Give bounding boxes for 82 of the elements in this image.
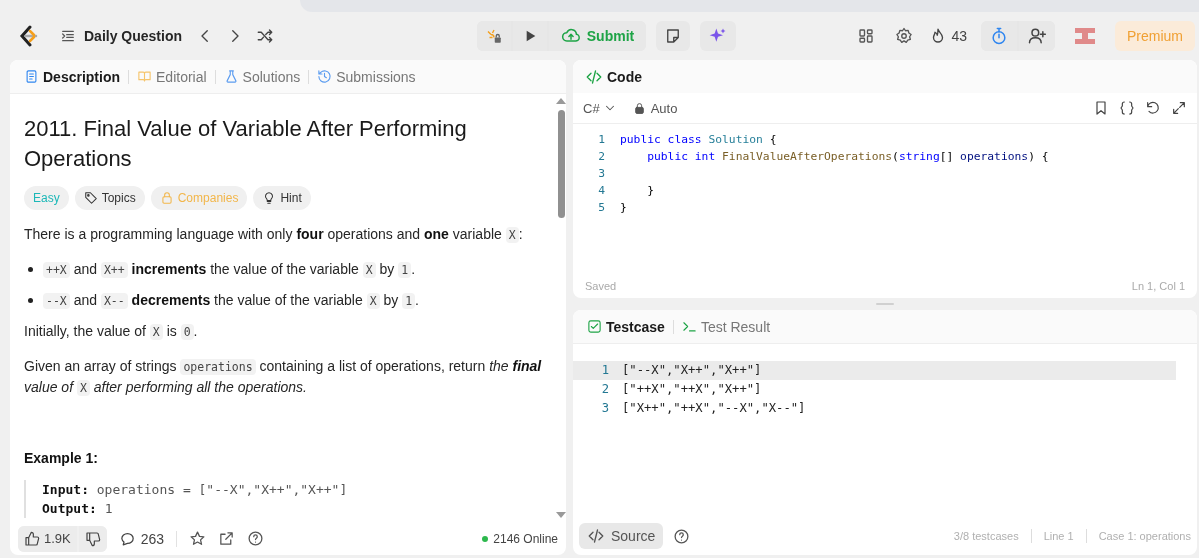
testcase-stat: Line 1	[1043, 530, 1074, 542]
example-heading: Example 1:	[24, 450, 99, 466]
settings-icon[interactable]	[895, 27, 914, 45]
line-number: 5	[597, 200, 606, 216]
checkbox-icon	[587, 319, 602, 334]
line-number: 3	[600, 400, 610, 417]
dislike-button[interactable]	[78, 525, 107, 552]
line-number: 4	[597, 183, 606, 199]
panel-tab[interactable]: Submissions	[313, 68, 420, 85]
comment-count[interactable]: 263	[140, 530, 165, 547]
testcase-stat: 3/8 testcases	[953, 530, 1019, 542]
paragraph: Initially, the value of X is 0 .	[24, 322, 199, 342]
panel-tab[interactable]: Testcase	[583, 318, 669, 335]
streak-count: 43	[951, 28, 967, 44]
help-icon[interactable]	[673, 527, 691, 545]
tag-chip[interactable]: Topics	[74, 186, 145, 210]
list-icon[interactable]	[60, 28, 76, 44]
online-count: 2146 Online	[493, 531, 558, 546]
testcase-input[interactable]: ["--X","X++","X++"]	[622, 361, 762, 380]
star-icon[interactable]	[189, 530, 207, 547]
comment-icon[interactable]	[118, 530, 136, 547]
paragraph: There is a programming language with only four operations and one variable X :	[24, 225, 524, 245]
problem-title: 2011. Final Value of Variable After Performing Operations	[24, 115, 468, 173]
note-button[interactable]	[656, 21, 691, 51]
braces-icon[interactable]	[1119, 100, 1135, 116]
tag-chip[interactable]: Hint	[253, 186, 311, 210]
bullet-text: --X and X-- decrements the value of the variable X by 1 .	[43, 290, 419, 311]
source-button[interactable]: Source	[579, 523, 664, 549]
paragraph: Given an array of strings operations containing a list of operations, return the final value of X after performing all the operations.	[24, 357, 542, 398]
bullet-icon	[28, 267, 33, 272]
share-icon[interactable]	[218, 530, 236, 547]
mode-label: Auto	[650, 100, 678, 116]
code-icon	[585, 67, 603, 86]
reset-icon[interactable]	[1145, 100, 1161, 116]
language-dropdown[interactable]: C#	[583, 100, 617, 116]
cursor-position: Ln 1, Col 1	[1131, 280, 1185, 292]
expand-icon[interactable]	[1171, 100, 1187, 116]
panel-tab[interactable]: Description	[20, 68, 124, 85]
panel-tab[interactable]: Solutions	[219, 68, 305, 85]
code-line[interactable]: }	[620, 182, 654, 199]
line-number: 3	[597, 166, 606, 182]
panel-tab[interactable]: Editorial	[133, 68, 211, 85]
layout-icon[interactable]	[857, 27, 876, 45]
tag-icon	[83, 191, 98, 205]
testcase-input[interactable]: ["X++","++X","--X","X--"]	[622, 399, 806, 418]
code-line[interactable]: public class Solution {	[620, 131, 777, 148]
line-number: 1	[597, 132, 606, 148]
example-line: Input: operations = ["--X","X++","X++"]	[42, 481, 349, 499]
document-icon	[24, 69, 39, 84]
example-line: Output: 1	[42, 500, 114, 518]
lock-icon	[632, 101, 646, 115]
bookmark-icon[interactable]	[1093, 100, 1109, 116]
line-number: 2	[600, 381, 610, 398]
book-icon	[137, 69, 152, 84]
testcase-stat: Case 1: operations	[1098, 530, 1191, 542]
ai-button[interactable]	[700, 21, 737, 51]
thumbs-down-icon	[84, 530, 101, 547]
panel-tab[interactable]: Test Result	[677, 318, 775, 335]
code-line[interactable]: public int FinalValueAfterOperations(string[] operations) {	[620, 148, 1049, 165]
save-status: Saved	[585, 280, 617, 292]
history-icon	[317, 69, 333, 84]
status-dot-icon	[482, 535, 489, 542]
panel-title: Code	[607, 68, 642, 85]
logo-icon[interactable]	[18, 25, 38, 47]
flask-icon	[223, 69, 239, 84]
line-number: 1	[600, 362, 610, 379]
shuffle-icon[interactable]	[256, 27, 275, 45]
code-icon	[587, 527, 605, 545]
resize-handle[interactable]	[876, 303, 894, 305]
code-line[interactable]: }	[620, 199, 627, 216]
lock-icon	[159, 191, 174, 205]
terminal-icon	[681, 319, 697, 334]
bullet-icon	[28, 298, 33, 303]
stopwatch-icon	[989, 26, 1009, 46]
bullet-text: ++X and X++ increments the value of the variable X by 1 .	[43, 259, 416, 280]
thumbs-up-icon	[24, 530, 40, 547]
add-user-icon	[1027, 26, 1047, 46]
line-number: 2	[597, 149, 606, 165]
help-icon[interactable]	[247, 530, 265, 547]
problem-list-title[interactable]: Daily Question	[84, 28, 183, 44]
testcase-input[interactable]: ["++X","++X","X++"]	[622, 380, 762, 399]
like-button[interactable]: 1.9K	[18, 525, 77, 552]
